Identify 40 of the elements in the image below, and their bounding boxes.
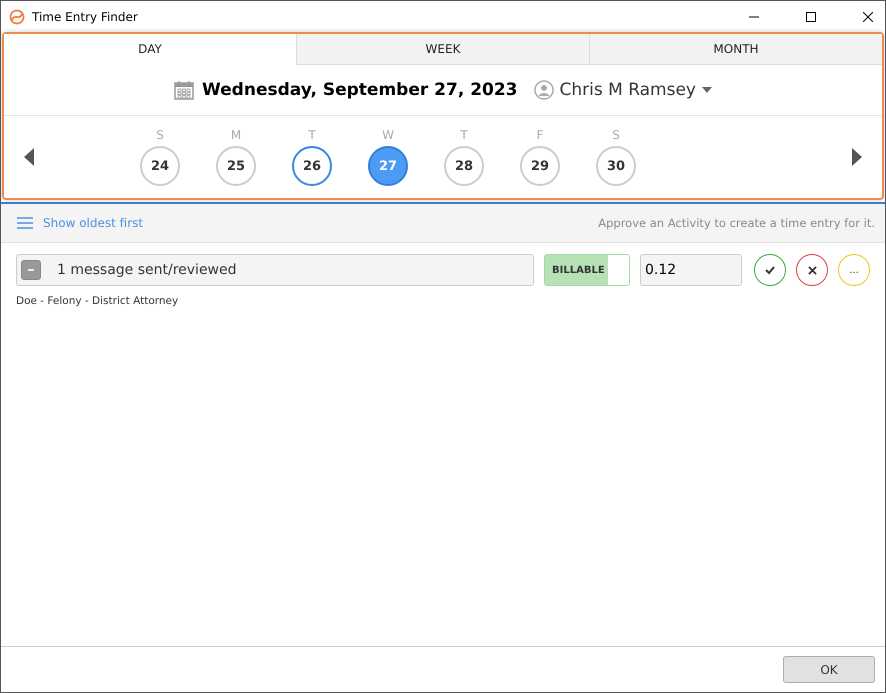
hint-text: Approve an Activity to create a time entry for it. [598,216,875,230]
tab[interactable]: WEEK [296,34,589,65]
selected-date: Wednesday, September 27, 2023 [202,80,518,100]
day-button[interactable]: 25 [216,146,256,186]
day-button[interactable]: 24 [140,146,180,186]
weekday-label: W [382,128,394,142]
person-icon [534,80,554,100]
day-button[interactable]: 26 [292,146,332,186]
menu-icon[interactable] [17,217,33,229]
user-dropdown[interactable]: Chris M Ramsey [534,80,712,100]
tab[interactable]: MONTH [589,34,882,65]
close-icon[interactable] [863,12,873,22]
weekday-label: T [460,128,468,142]
weekday-label: F [536,128,544,142]
day-button[interactable]: 30 [596,146,636,186]
ok-button[interactable]: OK [783,656,875,683]
matter-label: Doe - Felony - District Attorney [16,295,180,307]
day-button[interactable]: 29 [520,146,560,186]
next-icon[interactable] [852,148,862,166]
description-field[interactable]: 1 message sent/reviewed [16,254,534,286]
window-title: Time Entry Finder [32,10,138,24]
weekday-label: M [230,128,242,142]
caret-icon [702,87,712,93]
logo-icon [9,8,25,24]
tab[interactable]: DAY [4,34,296,65]
collapse-button[interactable] [21,260,41,280]
weekday-label: T [308,128,316,142]
weekday-label: S [156,128,164,142]
maximize-icon[interactable] [806,12,816,22]
previous-icon[interactable] [24,148,34,166]
close-icon [808,266,816,274]
reject-button[interactable] [796,254,828,286]
calendar-icon [174,80,194,100]
billable-toggle[interactable]: BILLABLE [544,254,630,286]
more-button[interactable]: ... [838,254,870,286]
weekday-label: S [612,128,620,142]
check-icon [765,265,775,275]
day-button[interactable]: 28 [444,146,484,186]
approve-button[interactable] [754,254,786,286]
hours-field[interactable]: 0.12 [640,254,742,286]
